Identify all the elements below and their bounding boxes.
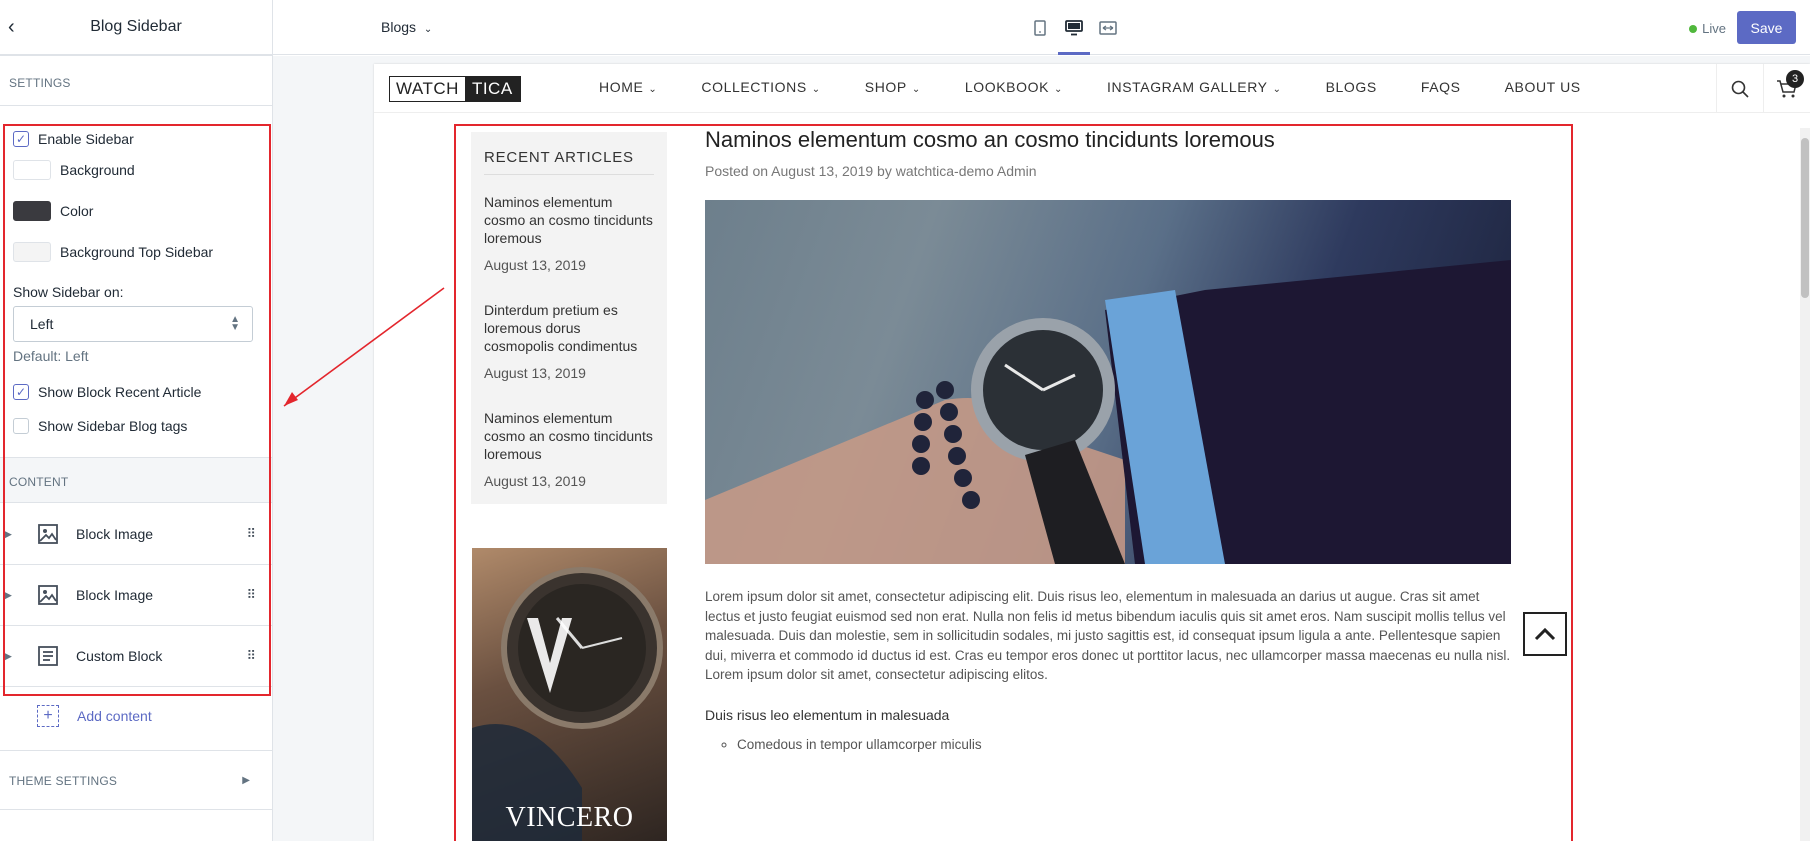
search-icon xyxy=(1731,80,1749,98)
recent-articles-block: RECENT ARTICLES Naminos elementum cosmo … xyxy=(471,132,667,504)
store-preview-frame: WATCH TICA HOME ⌄ COLLECTIONS ⌄ SHOP ⌄ LOOK… xyxy=(374,64,1810,841)
blog-article: Naminos elementum cosmo an cosmo tincidu… xyxy=(705,127,1515,752)
search-button[interactable] xyxy=(1716,64,1763,113)
nav-shop[interactable]: SHOP ⌄ xyxy=(865,79,921,95)
store-logo[interactable]: WATCH TICA xyxy=(389,76,521,102)
live-status: Live xyxy=(1689,21,1726,36)
header-icons: 3 xyxy=(1716,64,1810,113)
article-list: Comedous in tempor ullamcorper miculis xyxy=(705,737,1515,752)
watch-image xyxy=(472,567,663,841)
editor-title: Blog Sidebar xyxy=(90,18,182,35)
fullscreen-icon xyxy=(1099,21,1117,35)
nav-about-us[interactable]: ABOUT US xyxy=(1505,79,1581,95)
preview-canvas: WATCH TICA HOME ⌄ COLLECTIONS ⌄ SHOP ⌄ LOOK… xyxy=(273,56,1810,841)
desktop-icon xyxy=(1065,20,1083,36)
chevron-down-icon: ⌄ xyxy=(1054,84,1063,95)
recent-article-date: August 13, 2019 xyxy=(484,257,586,273)
editor-topbar: Blogs ⌄ Live Save xyxy=(273,0,1810,55)
chevron-down-icon: ⌄ xyxy=(811,84,821,95)
main-nav: HOME ⌄ COLLECTIONS ⌄ SHOP ⌄ LOOKBOOK ⌄ INSTA… xyxy=(599,79,1625,95)
article-meta: Posted on August 13, 2019 by watchtica-d… xyxy=(705,163,1037,179)
chevron-down-icon: ⌄ xyxy=(1272,84,1282,95)
live-label: Live xyxy=(1702,21,1726,36)
nav-collections[interactable]: COLLECTIONS ⌄ xyxy=(701,79,820,95)
scrollbar-thumb[interactable] xyxy=(1801,138,1809,298)
theme-settings-row[interactable]: THEME SETTINGS ▶ xyxy=(0,750,272,810)
logo-text-left: WATCH xyxy=(390,77,465,101)
recent-article-title[interactable]: Naminos elementum cosmo an cosmo tincidu… xyxy=(484,193,654,247)
annotation-arrow-icon xyxy=(283,287,445,407)
chevron-right-icon: ▶ xyxy=(242,775,250,786)
cart-button[interactable]: 3 xyxy=(1763,64,1810,113)
store-header: WATCH TICA HOME ⌄ COLLECTIONS ⌄ SHOP ⌄ LOOK… xyxy=(374,64,1810,113)
sidebar-promo-image[interactable]: VINCERO xyxy=(472,548,667,841)
recent-article-item[interactable]: Dinterdum pretium es loremous dorus cosm… xyxy=(484,301,654,381)
nav-faqs[interactable]: FAQS xyxy=(1421,79,1461,95)
nav-instagram-gallery[interactable]: INSTAGRAM GALLERY ⌄ xyxy=(1107,79,1282,95)
add-content-label: Add content xyxy=(77,708,152,724)
article-featured-image xyxy=(705,200,1511,564)
page-selector-label: Blogs xyxy=(381,19,417,35)
annotation-highlight-box xyxy=(3,124,271,696)
recent-article-item[interactable]: Naminos elementum cosmo an cosmo tincidu… xyxy=(484,193,654,273)
back-arrow-icon[interactable]: ‹ xyxy=(8,16,28,38)
chevron-down-icon: ⌄ xyxy=(648,84,658,95)
article-title: Naminos elementum cosmo an cosmo tincidu… xyxy=(705,127,1275,152)
chevron-up-icon xyxy=(1534,627,1556,641)
live-dot-icon xyxy=(1689,24,1698,33)
mobile-view-button[interactable] xyxy=(1028,16,1052,40)
logo-text-right: TICA xyxy=(464,77,520,101)
editor-header: ‹ Blog Sidebar xyxy=(0,0,272,55)
theme-settings-label: THEME SETTINGS xyxy=(9,774,118,788)
wrist-watch-image xyxy=(705,260,1511,564)
back-to-top-button[interactable] xyxy=(1523,612,1567,656)
chevron-down-icon: ⌄ xyxy=(911,84,921,95)
save-button[interactable]: Save xyxy=(1737,11,1796,44)
recent-article-title[interactable]: Dinterdum pretium es loremous dorus cosm… xyxy=(484,301,654,355)
fullwidth-view-button[interactable] xyxy=(1096,16,1120,40)
settings-section-label: SETTINGS xyxy=(9,76,71,90)
add-content-button[interactable]: + Add content xyxy=(37,705,152,727)
recent-article-item[interactable]: Naminos elementum cosmo an cosmo tincidu… xyxy=(484,409,654,489)
nav-lookbook[interactable]: LOOKBOOK ⌄ xyxy=(965,79,1063,95)
recent-article-date: August 13, 2019 xyxy=(484,473,586,489)
cart-count-badge: 3 xyxy=(1786,70,1804,88)
article-body: Lorem ipsum dolor sit amet, consectetur … xyxy=(705,589,1511,682)
recent-articles-title: RECENT ARTICLES xyxy=(484,149,654,175)
recent-article-date: August 13, 2019 xyxy=(484,365,586,381)
promo-brand-text: VINCERO xyxy=(505,802,634,833)
desktop-view-button[interactable] xyxy=(1058,16,1090,55)
nav-blogs[interactable]: BLOGS xyxy=(1326,79,1377,95)
page-selector-dropdown[interactable]: Blogs ⌄ xyxy=(381,19,432,35)
device-preview-toggle xyxy=(1028,16,1120,55)
chevron-down-icon: ⌄ xyxy=(423,24,433,35)
theme-editor-sidebar: ‹ Blog Sidebar SETTINGS ✓ Enable Sidebar… xyxy=(0,0,273,841)
list-item: Comedous in tempor ullamcorper miculis xyxy=(737,737,1515,752)
article-subheading: Duis risus leo elementum in malesuada xyxy=(705,706,950,723)
add-plus-icon: + xyxy=(37,705,59,727)
mobile-icon xyxy=(1034,20,1046,36)
recent-article-title[interactable]: Naminos elementum cosmo an cosmo tincidu… xyxy=(484,409,654,463)
nav-home[interactable]: HOME ⌄ xyxy=(599,79,657,95)
